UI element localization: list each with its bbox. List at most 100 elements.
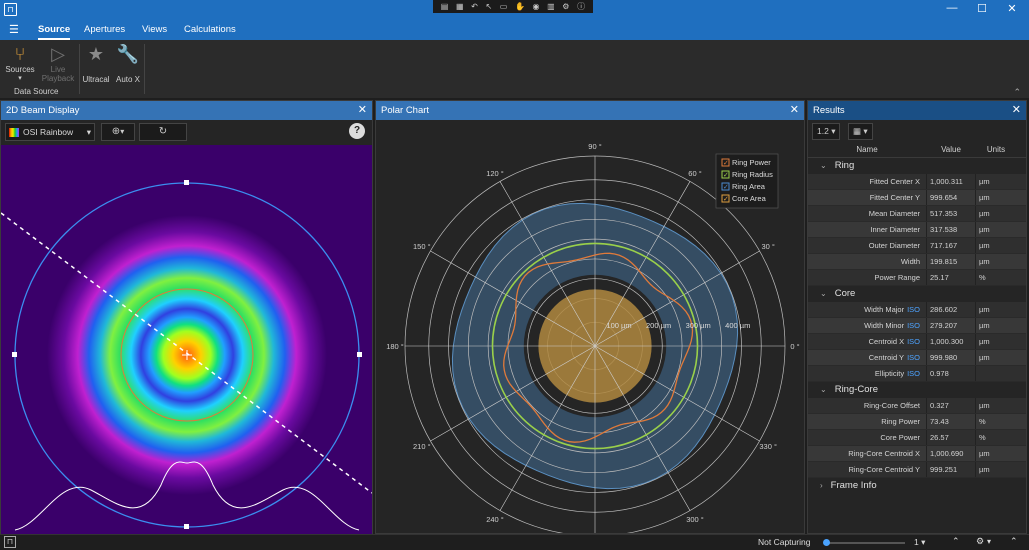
collapse-ribbon-icon[interactable]: ⌃ bbox=[1013, 87, 1021, 98]
sources-button[interactable]: ⑂ Sources ▾ bbox=[4, 43, 36, 82]
result-name: Ring-Core Centroid X bbox=[808, 446, 926, 461]
info-icon[interactable]: ⓘ bbox=[577, 1, 585, 12]
layout-icon[interactable]: ▥ bbox=[547, 2, 555, 11]
result-name-text: Ring-Core Offset bbox=[863, 401, 920, 410]
angle-tick-label: 300 ° bbox=[686, 515, 704, 524]
gear-icon[interactable]: ⚙ bbox=[976, 536, 984, 547]
check-icon: ✓ bbox=[723, 195, 729, 203]
result-value: 279.207 bbox=[926, 318, 976, 333]
table-row[interactable]: Ellipticity ISO 0.978 bbox=[808, 366, 1026, 382]
beam-image[interactable] bbox=[1, 145, 372, 534]
iso-badge: ISO bbox=[907, 369, 920, 378]
usb-icon: ⑂ bbox=[14, 44, 26, 64]
result-name-text: Ellipticity bbox=[874, 369, 905, 378]
minimize-button[interactable]: — bbox=[942, 2, 962, 14]
close-button[interactable]: ✕ bbox=[1002, 2, 1022, 15]
result-name-text: Centroid Y bbox=[868, 353, 905, 362]
section-label: Core bbox=[834, 288, 856, 299]
crosshair-dropdown[interactable]: ⊕▾ bbox=[101, 123, 135, 141]
beam-display-header: 2D Beam Display ✕ bbox=[1, 101, 372, 120]
save-icon[interactable]: ▦ bbox=[456, 2, 464, 11]
rotate-view-button[interactable]: ↻ bbox=[139, 123, 187, 141]
section-ring[interactable]: ⌄ Ring bbox=[808, 158, 1026, 174]
table-icon: ▦ bbox=[853, 126, 862, 136]
columns-select[interactable]: ▦ ▾ bbox=[848, 123, 873, 140]
frame-icon[interactable]: ▭ bbox=[500, 2, 508, 11]
close-icon[interactable]: ✕ bbox=[358, 101, 367, 120]
collapse-icon[interactable]: ⌃ bbox=[1010, 536, 1018, 547]
table-row[interactable]: Inner Diameter 317.538 µm bbox=[808, 222, 1026, 238]
result-value: 999.980 bbox=[926, 350, 976, 365]
results-toolbar: 1.2 ▾ ▦ ▾ bbox=[808, 120, 1026, 142]
radial-tick-label: 300 µm bbox=[686, 321, 711, 330]
result-value: 0.978 bbox=[926, 366, 976, 381]
app-status-icon[interactable]: ⊓ bbox=[4, 536, 16, 548]
palette-select[interactable]: OSI Rainbow ▾ bbox=[5, 123, 95, 141]
table-row[interactable]: Centroid X ISO 1,000.300 µm bbox=[808, 334, 1026, 350]
result-value: 317.538 bbox=[926, 222, 976, 237]
result-name: Outer Diameter bbox=[808, 238, 926, 253]
table-row[interactable]: Fitted Center Y 999.654 µm bbox=[808, 190, 1026, 206]
result-unit: µm bbox=[979, 193, 990, 202]
table-row[interactable]: Fitted Center X 1,000.311 µm bbox=[808, 174, 1026, 190]
open-icon[interactable]: ▤ bbox=[441, 2, 449, 11]
undo-icon[interactable]: ↶ bbox=[471, 2, 478, 11]
result-value: 999.251 bbox=[926, 462, 976, 477]
tab-calculations[interactable]: Calculations bbox=[184, 24, 236, 35]
tab-source[interactable]: Source bbox=[38, 24, 71, 40]
hamburger-menu-icon[interactable]: ☰ bbox=[9, 23, 19, 36]
table-row[interactable]: Ring-Core Centroid X 1,000.690 µm bbox=[808, 446, 1026, 462]
close-icon[interactable]: ✕ bbox=[1012, 101, 1021, 120]
settings-icon[interactable]: ⚙ bbox=[562, 2, 569, 11]
auto-x-button[interactable]: 🔧 Auto X bbox=[113, 43, 143, 84]
result-unit: % bbox=[979, 273, 986, 282]
ultracal-button[interactable]: ★ Ultracal bbox=[81, 43, 111, 84]
help-button[interactable]: ? bbox=[349, 123, 365, 139]
quick-access-toolbar: ▤ ▦ ↶ ↖ ▭ ✋ ◉ ▥ ⚙ ⓘ bbox=[433, 0, 593, 13]
result-unit: µm bbox=[979, 225, 990, 234]
chevron-down-icon[interactable]: ▾ bbox=[987, 537, 991, 546]
section-frame-info[interactable]: › Frame Info bbox=[808, 478, 1026, 494]
table-row[interactable]: Power Range 25.17% bbox=[808, 270, 1026, 286]
result-name-text: Inner Diameter bbox=[870, 225, 920, 234]
results-column-headers: Name Value Units bbox=[808, 142, 1026, 158]
iso-badge: ISO bbox=[907, 337, 920, 346]
close-icon[interactable]: ✕ bbox=[790, 101, 799, 120]
frame-slider[interactable] bbox=[823, 539, 905, 546]
result-name-text: Fitted Center Y bbox=[869, 193, 920, 202]
live-playback-button[interactable]: ▷ Live Playback bbox=[38, 43, 78, 83]
column-value: Value bbox=[941, 145, 961, 154]
table-row[interactable]: Mean Diameter 517.353 µm bbox=[808, 206, 1026, 222]
section-ring-core[interactable]: ⌄ Ring-Core bbox=[808, 382, 1026, 398]
table-row[interactable]: Core Power 26.57% bbox=[808, 430, 1026, 446]
polar-chart[interactable]: 0 ° 30 ° 60 ° 90 ° 120 ° 150 ° 180 ° 210 ° 240 °… bbox=[376, 120, 804, 550]
table-row[interactable]: Ring-Core Centroid Y 999.251 µm bbox=[808, 462, 1026, 478]
result-unit: % bbox=[979, 433, 986, 442]
grab-icon[interactable]: ✋ bbox=[515, 2, 525, 11]
polar-chart-panel: Polar Chart ✕ 0 ° 30 ° 60 ° 90 ° 120 ° 150 ° 1… bbox=[375, 100, 805, 550]
section-rows: Width Major ISO 286.602 µm Width Minor ISO 279… bbox=[808, 302, 1026, 382]
polar-chart-title: Polar Chart bbox=[381, 105, 430, 116]
tab-apertures[interactable]: Apertures bbox=[84, 24, 125, 35]
tab-views[interactable]: Views bbox=[142, 24, 167, 35]
table-row[interactable]: Ring Power 73.43% bbox=[808, 414, 1026, 430]
table-row[interactable]: Centroid Y ISO 999.980 µm bbox=[808, 350, 1026, 366]
table-row[interactable]: Outer Diameter 717.167 µm bbox=[808, 238, 1026, 254]
slider-knob[interactable] bbox=[823, 539, 830, 546]
result-name-text: Core Power bbox=[880, 433, 920, 442]
radial-tick-label: 400 µm bbox=[725, 321, 750, 330]
decimals-select[interactable]: 1.2 ▾ bbox=[812, 123, 841, 140]
legend-entry: Core Area bbox=[732, 194, 767, 203]
table-row[interactable]: Width Major ISO 286.602 µm bbox=[808, 302, 1026, 318]
iso-badge: ISO bbox=[907, 353, 920, 362]
camera-icon[interactable]: ◉ bbox=[533, 2, 540, 11]
table-row[interactable]: Ring-Core Offset 0.327 µm bbox=[808, 398, 1026, 414]
table-row[interactable]: Width 199.815 µm bbox=[808, 254, 1026, 270]
result-unit: µm bbox=[979, 209, 990, 218]
chevron-up-icon[interactable]: ⌃ bbox=[952, 536, 960, 547]
section-core[interactable]: ⌄ Core bbox=[808, 286, 1026, 302]
frame-input[interactable]: 1 ▾ bbox=[914, 537, 925, 548]
table-row[interactable]: Width Minor ISO 279.207 µm bbox=[808, 318, 1026, 334]
cursor-icon[interactable]: ↖ bbox=[485, 2, 492, 11]
maximize-button[interactable]: ☐ bbox=[972, 2, 992, 15]
